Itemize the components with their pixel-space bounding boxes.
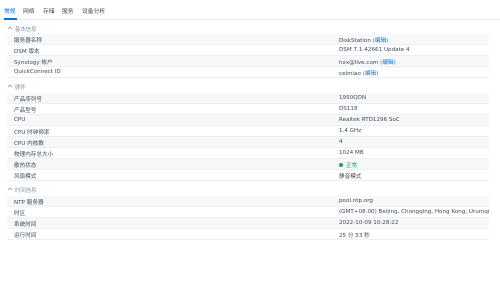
row-value: Realtek RTD1296 SoC bbox=[339, 117, 400, 123]
row-cpu-frequency: CPU 时钟频率 1.4 GHz bbox=[7, 126, 489, 137]
chevron-up-icon[interactable] bbox=[7, 83, 13, 89]
row-label: 运行时间 bbox=[14, 233, 37, 239]
section-title: 时间信息 bbox=[15, 188, 37, 194]
row-label: 系统时间 bbox=[14, 222, 37, 228]
edit-synology-account-link[interactable]: (编辑) bbox=[380, 60, 396, 66]
quickconnect-value: celmiao bbox=[339, 71, 361, 77]
row-label: 物理内存总大小 bbox=[14, 152, 54, 158]
row-value: 静音模式 bbox=[339, 174, 362, 180]
row-label: 产品序列号 bbox=[14, 97, 42, 103]
edit-server-name-link[interactable]: (编辑) bbox=[373, 38, 389, 44]
synology-account-value: hxx@live.com bbox=[339, 60, 379, 66]
server-name-value: DiskStation bbox=[339, 38, 371, 44]
row-cpu-cores: CPU 内核数 4 bbox=[7, 137, 489, 148]
row-value: DiskStation (编辑) bbox=[339, 36, 388, 44]
row-dsm-version: DSM 版本 DSM 7.1-42661 Update 4 bbox=[7, 45, 489, 56]
row-value: 1950QDN bbox=[339, 95, 367, 101]
section-basic-info[interactable]: 基本信息 bbox=[0, 24, 500, 33]
row-uptime: 运行时间 25 分 53 秒 bbox=[7, 229, 489, 240]
row-memory: 物理内存总大小 1024 MB bbox=[7, 148, 489, 159]
row-value: 25 分 53 秒 bbox=[339, 233, 370, 239]
status-ok-icon bbox=[339, 163, 343, 167]
row-timezone: 时区 (GMT+08:00) Beijing, Chongqing, Hong … bbox=[7, 207, 489, 218]
row-server-name: 服务器名称 DiskStation (编辑) bbox=[7, 34, 489, 45]
row-system-time: 系统时间 2022-10-09 10:28:22 bbox=[7, 218, 489, 229]
row-ntp-server: NTP 服务器 pool.ntp.org bbox=[7, 196, 489, 207]
row-label: 时区 bbox=[14, 211, 26, 217]
row-label: 服务器名称 bbox=[14, 38, 42, 44]
row-serial-number: 产品序列号 1950QDN bbox=[7, 93, 489, 104]
chevron-up-icon[interactable] bbox=[7, 186, 13, 192]
tab-services[interactable]: 服务 bbox=[62, 6, 74, 15]
row-label: QuickConnect ID bbox=[14, 69, 61, 75]
thermal-status-value: 正常 bbox=[346, 163, 358, 169]
row-label: CPU bbox=[14, 117, 26, 123]
row-value: 1.4 GHz bbox=[339, 128, 362, 134]
row-label: NTP 服务器 bbox=[14, 200, 44, 206]
tab-network[interactable]: 网络 bbox=[23, 6, 35, 15]
row-cpu: CPU Realtek RTD1296 SoC bbox=[7, 115, 489, 126]
row-model: 产品型号 DS118 bbox=[7, 104, 489, 115]
chevron-up-icon[interactable] bbox=[7, 25, 13, 31]
row-label: Synology 帐户 bbox=[14, 60, 53, 66]
tab-storage[interactable]: 存储 bbox=[43, 6, 55, 15]
row-label: CPU 内核数 bbox=[14, 141, 44, 147]
row-value: (GMT+08:00) Beijing, Chongqing, Hong Kon… bbox=[339, 209, 490, 215]
row-quickconnect-id: QuickConnect ID celmiao (编辑) bbox=[7, 67, 489, 78]
active-tab-indicator bbox=[4, 18, 17, 20]
section-time-info[interactable]: 时间信息 bbox=[0, 185, 500, 194]
row-value: celmiao (编辑) bbox=[339, 69, 378, 77]
row-fan-mode: 风扇模式 静音模式 bbox=[7, 170, 489, 181]
row-value: pool.ntp.org bbox=[339, 198, 373, 204]
row-label: CPU 时钟频率 bbox=[14, 130, 50, 136]
row-value: 正常 bbox=[339, 161, 357, 169]
row-label: 风扇模式 bbox=[14, 174, 37, 180]
row-value: 4 bbox=[339, 139, 343, 145]
row-label: 产品型号 bbox=[14, 108, 37, 114]
tab-bar: 常规 网络 存储 服务 设备分析 bbox=[0, 0, 500, 20]
row-thermal-status: 散热状态 正常 bbox=[7, 159, 489, 170]
row-value: 1024 MB bbox=[339, 150, 364, 156]
row-label: DSM 版本 bbox=[14, 49, 40, 55]
row-value: 2022-10-09 10:28:22 bbox=[339, 220, 399, 226]
tab-general[interactable]: 常规 bbox=[4, 6, 16, 15]
row-value: DS118 bbox=[339, 106, 358, 112]
edit-quickconnect-link[interactable]: (编辑) bbox=[363, 71, 379, 77]
tab-device-analytics[interactable]: 设备分析 bbox=[82, 6, 105, 15]
row-value: DSM 7.1-42661 Update 4 bbox=[339, 47, 410, 53]
row-value: hxx@live.com (编辑) bbox=[339, 58, 396, 66]
section-title: 硬件 bbox=[15, 85, 26, 91]
section-title: 基本信息 bbox=[15, 27, 37, 33]
row-label: 散热状态 bbox=[14, 163, 37, 169]
section-hardware[interactable]: 硬件 bbox=[0, 82, 500, 91]
row-synology-account: Synology 帐户 hxx@live.com (编辑) bbox=[7, 56, 489, 67]
